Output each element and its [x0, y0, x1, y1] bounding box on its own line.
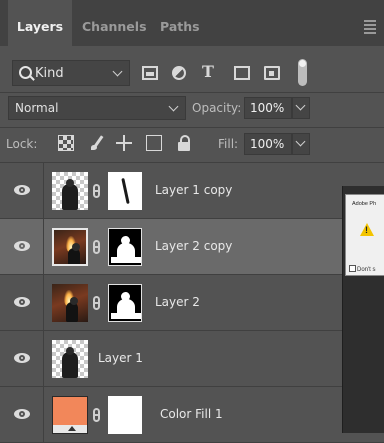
filter-smart-objects-icon[interactable]	[264, 66, 280, 80]
panel-tabbar: Layers Channels Paths	[0, 0, 384, 46]
layer-name: Color Fill 1	[160, 407, 223, 421]
lock-row: Lock: Fill: 100%	[0, 132, 384, 158]
link-icon[interactable]	[93, 408, 100, 422]
fill-layer-thumbnail[interactable]	[52, 396, 88, 434]
opacity-label: Opacity:	[192, 101, 242, 115]
eye-icon[interactable]	[14, 353, 30, 363]
eye-icon[interactable]	[14, 409, 30, 419]
layer-name: Layer 1	[98, 351, 143, 365]
link-icon[interactable]	[93, 184, 100, 198]
filter-toggle-switch[interactable]	[298, 59, 307, 86]
blend-row: Normal Opacity: 100%	[0, 96, 384, 122]
layer-name: Layer 2	[155, 295, 200, 309]
fill-slider-button[interactable]	[292, 133, 310, 155]
layer-thumbnail[interactable]	[52, 340, 88, 378]
lock-label: Lock:	[6, 137, 38, 151]
layer-row[interactable]: Layer 2 copy	[0, 219, 384, 275]
blend-mode-select[interactable]: Normal	[8, 96, 186, 120]
layer-filter-row: Kind T	[0, 56, 384, 90]
chevron-down-icon	[295, 136, 306, 147]
layer-mask-thumbnail[interactable]	[108, 396, 142, 434]
chevron-down-icon	[295, 100, 306, 111]
visibility-column	[0, 275, 44, 330]
filter-shape-layers-icon[interactable]	[234, 66, 250, 80]
dialog-title: Adobe Ph	[352, 201, 377, 207]
eye-icon[interactable]	[14, 297, 30, 307]
layers-panel: Layers Channels Paths Kind T Normal Opac…	[0, 0, 384, 443]
layer-mask-thumbnail[interactable]	[108, 284, 142, 322]
lock-transparent-pixels-icon[interactable]	[58, 135, 74, 151]
person-silhouette	[66, 297, 78, 322]
filter-kind-select[interactable]: Kind	[12, 60, 130, 86]
layer-row[interactable]: Layer 1 copy	[0, 163, 384, 219]
mask-shape	[111, 236, 141, 263]
fill-input[interactable]: 100%	[244, 133, 292, 155]
filter-kind-label: Kind	[35, 66, 64, 81]
filter-type-layers-icon[interactable]: T	[202, 62, 218, 81]
checkbox-icon[interactable]	[349, 265, 356, 272]
panel-menu-icon[interactable]	[364, 20, 376, 36]
opacity-input[interactable]: 100%	[244, 97, 292, 119]
filter-pixel-layers-icon[interactable]	[142, 66, 158, 80]
layer-thumbnail[interactable]	[52, 228, 88, 266]
person-silhouette	[68, 243, 80, 264]
layer-thumbnail[interactable]	[52, 284, 88, 322]
layers-list: Layer 1 copy Layer 2 copy Layer 2 Layer …	[0, 163, 384, 443]
layer-mask-thumbnail[interactable]	[108, 228, 142, 266]
link-icon[interactable]	[93, 240, 100, 254]
dont-show-label: Don't s	[357, 267, 376, 273]
warning-dialog: Adobe Ph Don't s	[345, 194, 384, 276]
divider	[0, 127, 384, 128]
layer-row[interactable]: Layer 2	[0, 275, 384, 331]
layer-name: Layer 2 copy	[155, 239, 233, 253]
lock-image-pixels-icon[interactable]	[90, 135, 106, 151]
lock-all-icon[interactable]	[176, 135, 192, 151]
divider	[0, 92, 384, 93]
eye-icon[interactable]	[14, 185, 30, 195]
blend-mode-value: Normal	[15, 101, 59, 115]
search-icon	[19, 66, 32, 79]
mask-stroke	[121, 177, 130, 205]
layer-name: Layer 1 copy	[155, 183, 233, 197]
filter-adjustment-layers-icon[interactable]	[172, 66, 186, 80]
person-silhouette	[62, 347, 78, 378]
opacity-slider-button[interactable]	[292, 97, 310, 119]
lock-position-icon[interactable]	[116, 135, 132, 151]
visibility-column	[0, 331, 44, 386]
layer-row[interactable]: Color Fill 1	[0, 387, 384, 443]
lock-artboard-icon[interactable]	[146, 135, 162, 151]
link-icon[interactable]	[93, 296, 100, 310]
warning-icon	[360, 223, 374, 236]
dont-show-again-checkbox[interactable]: Don't s	[349, 265, 376, 273]
chevron-down-icon	[112, 66, 123, 77]
layer-thumbnail[interactable]	[52, 172, 88, 210]
fill-color-strip	[53, 425, 87, 433]
layer-row[interactable]: Layer 1	[0, 331, 384, 387]
visibility-column	[0, 163, 44, 218]
fill-label: Fill:	[218, 137, 239, 151]
visibility-column	[0, 387, 44, 442]
chevron-down-icon	[168, 101, 179, 112]
visibility-column	[0, 219, 44, 274]
tab-paths[interactable]: Paths	[160, 0, 200, 46]
mask-shape	[111, 292, 141, 319]
layer-mask-thumbnail[interactable]	[108, 172, 142, 210]
person-silhouette	[62, 179, 78, 210]
eye-icon[interactable]	[14, 241, 30, 251]
tab-channels[interactable]: Channels	[82, 0, 147, 46]
tab-layers[interactable]: Layers	[8, 0, 72, 46]
